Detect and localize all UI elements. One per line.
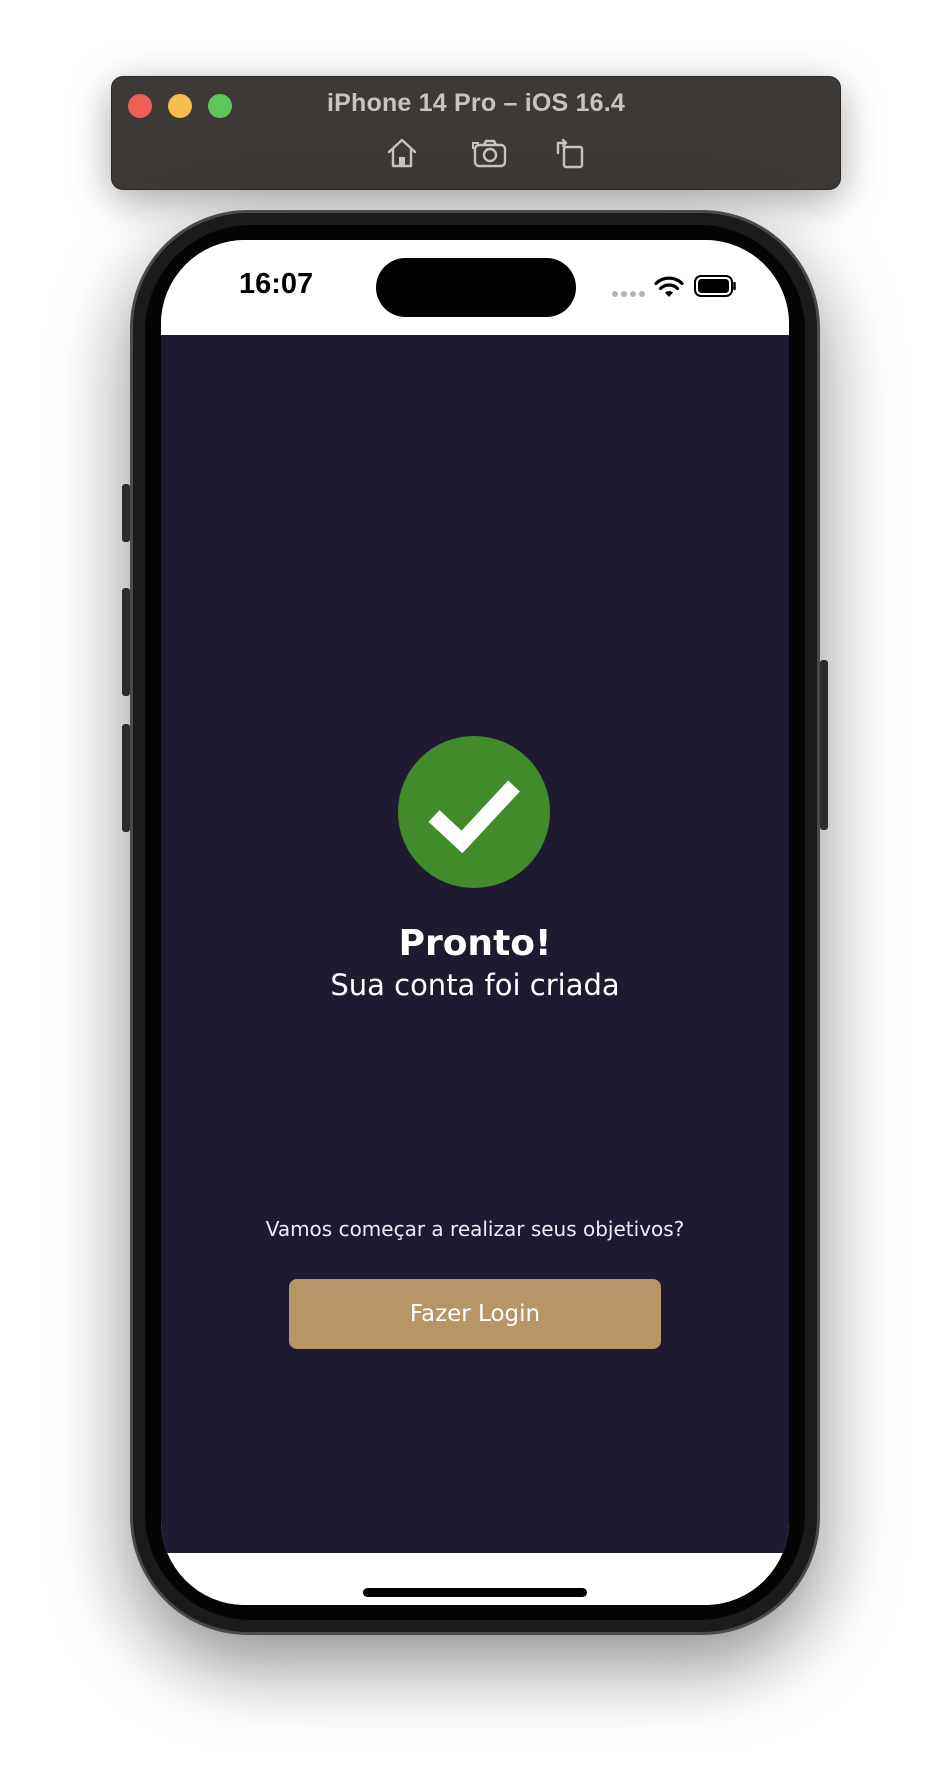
- volume-up-button: [122, 588, 130, 696]
- simulator-title: iPhone 14 Pro – iOS 16.4: [327, 89, 625, 117]
- success-screen: Pronto! Sua conta foi criada Vamos começ…: [161, 335, 789, 1553]
- simulator-toolbar: [112, 135, 840, 171]
- success-subtitle: Sua conta foi criada: [330, 968, 620, 1002]
- rotate-icon[interactable]: [552, 135, 588, 171]
- success-title: Pronto!: [398, 923, 552, 964]
- home-indicator[interactable]: [363, 1588, 587, 1597]
- checkmark-icon: [398, 736, 550, 888]
- action-button: [122, 484, 130, 542]
- camera-icon[interactable]: [472, 135, 508, 171]
- device-screen: 16:07 Pronto! Sua conta foi criada Vamos…: [161, 240, 789, 1605]
- cellular-signal-icon: [612, 291, 646, 297]
- dynamic-island: [376, 258, 576, 317]
- cta-prompt: Vamos começar a realizar seus objetivos?: [265, 1217, 685, 1241]
- status-time: 16:07: [239, 268, 314, 300]
- power-button: [820, 660, 828, 830]
- status-bar: 16:07: [161, 240, 789, 335]
- wifi-icon: [654, 275, 684, 299]
- battery-icon: [694, 275, 738, 297]
- simulator-title-bar: iPhone 14 Pro – iOS 16.4: [111, 76, 841, 190]
- login-button[interactable]: Fazer Login: [289, 1279, 661, 1349]
- home-indicator-area: [161, 1553, 789, 1605]
- home-icon[interactable]: [384, 135, 420, 171]
- volume-down-button: [122, 724, 130, 832]
